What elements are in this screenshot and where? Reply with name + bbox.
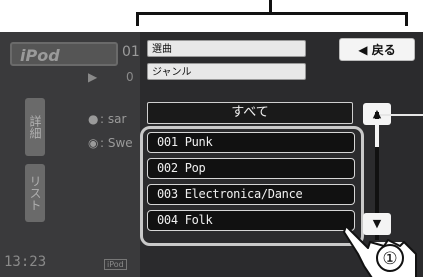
all-genres-button[interactable]: すべて	[147, 102, 353, 124]
step-marker: ①	[382, 249, 397, 269]
artist-text: : sar	[100, 112, 127, 126]
album-text: : Swe	[100, 136, 133, 150]
list-item[interactable]: 003 Electronica/Dance	[147, 184, 355, 205]
callout-bracket	[136, 12, 408, 26]
person-icon: ●	[88, 112, 99, 126]
list-item[interactable]: 004 Folk	[147, 210, 355, 231]
detail-button[interactable]: 詳細	[25, 98, 45, 156]
list-button[interactable]: リスト	[25, 164, 45, 222]
breadcrumb-song-select: 選曲	[147, 40, 306, 57]
ipod-badge: iPod	[104, 259, 127, 270]
back-button[interactable]: ◀ 戻る	[339, 38, 415, 61]
pointing-hand-icon: ①	[343, 225, 417, 277]
track-number: 01	[122, 44, 140, 60]
scrollbar-thumb[interactable]	[375, 119, 379, 147]
disc-icon: ◉	[88, 136, 99, 150]
play-icon: ▶	[88, 70, 98, 84]
play-counter: 0	[126, 70, 134, 84]
device-screen: iPod 01 ▶ 0 詳細 リスト ● : sar ◉ : Swe 13:23…	[0, 32, 423, 277]
callout-line	[380, 114, 423, 116]
breadcrumb-genre: ジャンル	[147, 63, 306, 80]
clock: 13:23	[4, 254, 47, 270]
ipod-source-label: iPod	[10, 42, 118, 66]
list-item[interactable]: 001 Punk	[147, 132, 355, 153]
list-item[interactable]: 002 Pop	[147, 158, 355, 179]
